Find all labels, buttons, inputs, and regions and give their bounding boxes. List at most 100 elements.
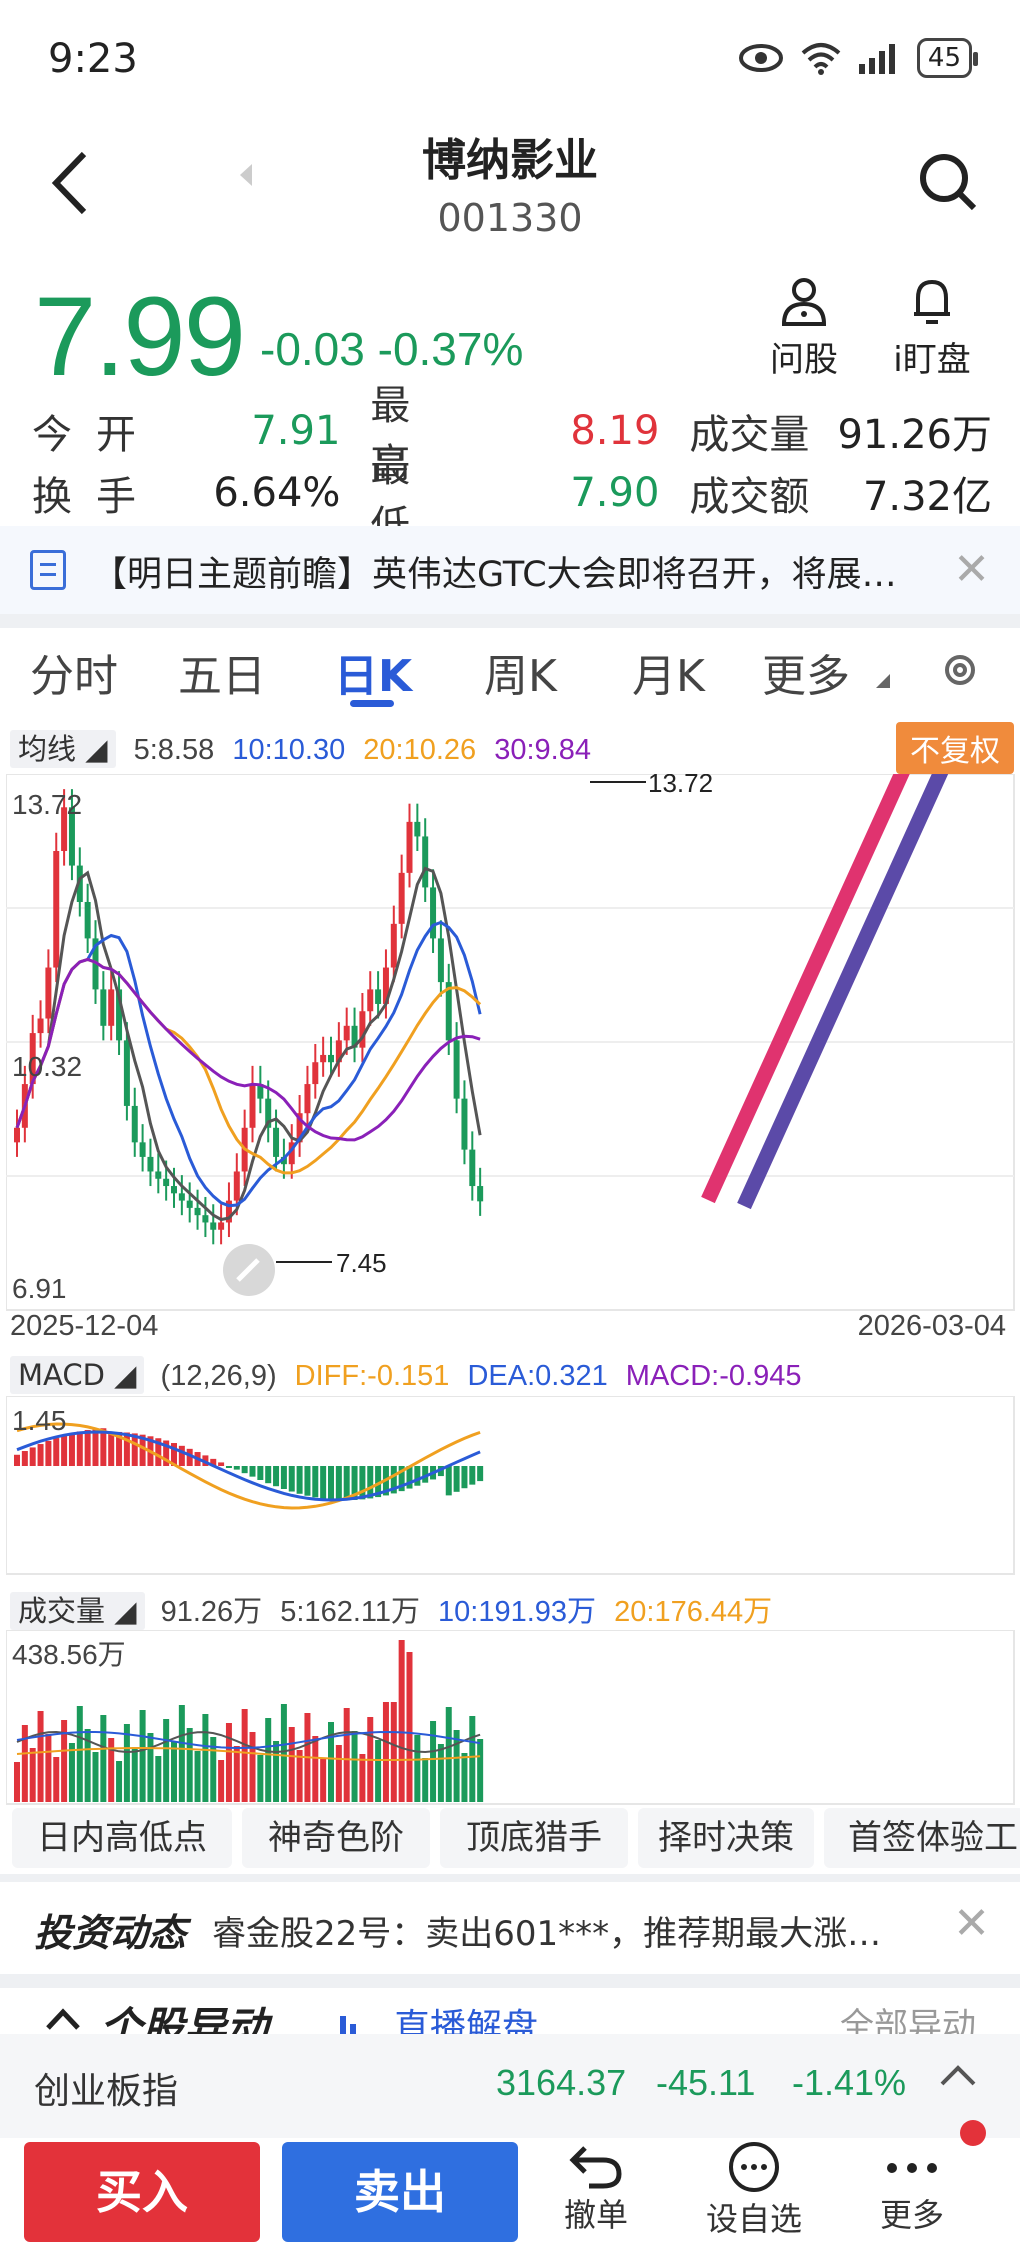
volume-bar bbox=[131, 1747, 138, 1802]
volume-bar bbox=[194, 1751, 201, 1802]
candle bbox=[390, 923, 397, 968]
news-text[interactable]: 【明日主题前瞻】英伟达GTC大会即将召开，将展… bbox=[92, 546, 912, 597]
candle bbox=[45, 967, 52, 1019]
macd-bar bbox=[257, 1466, 264, 1480]
kline-chart[interactable]: 13.72 7.45 13.72 10.32 6.91 bbox=[6, 774, 1016, 1314]
chevron-up-icon[interactable] bbox=[940, 2054, 976, 2094]
candle bbox=[123, 1040, 130, 1106]
ma20-line bbox=[15, 957, 482, 1175]
index-value: 3164.37 bbox=[496, 2062, 627, 2103]
candle bbox=[218, 1222, 225, 1230]
macd-legend: MACD ◢ (12,26,9) DIFF:-0.151 DEA:0.321 M… bbox=[10, 1356, 802, 1394]
buy-button[interactable]: 买入 bbox=[24, 2142, 260, 2242]
volume-bar bbox=[312, 1736, 319, 1802]
macd-bar bbox=[280, 1466, 287, 1489]
candle bbox=[100, 989, 107, 1026]
date-end: 2026-03-04 bbox=[857, 1310, 1006, 1342]
stats-row: 今开 7.91 最高 8.19 成交量 91.26万 bbox=[32, 383, 992, 487]
ma-selector[interactable]: 均线 ◢ bbox=[10, 730, 116, 768]
volume-bar bbox=[359, 1754, 366, 1802]
tab-timeshare[interactable]: 分时 bbox=[30, 640, 118, 704]
tool-timing-decision[interactable]: 择时决策 bbox=[638, 1808, 814, 1868]
all-movements-link[interactable]: 全部异动 bbox=[840, 1998, 976, 2034]
tool-top-bottom-hunter[interactable]: 顶底猎手 bbox=[440, 1808, 628, 1868]
macd-bar bbox=[461, 1466, 468, 1489]
tab-daily-k[interactable]: 日K bbox=[334, 640, 412, 704]
close-icon[interactable]: ✕ bbox=[953, 544, 990, 595]
tab-five-day[interactable]: 五日 bbox=[178, 640, 266, 704]
volume-bar bbox=[390, 1702, 397, 1802]
adjust-tag[interactable]: 不复权 bbox=[896, 722, 1014, 774]
candle bbox=[414, 821, 421, 837]
turnover-label: 换手 bbox=[32, 474, 160, 520]
close-icon[interactable]: ✕ bbox=[953, 1898, 990, 1949]
volume-selector[interactable]: 成交量 ◢ bbox=[10, 1592, 145, 1630]
macd-bar bbox=[61, 1435, 68, 1466]
index-ticker[interactable]: 创业板指 3164.37 -45.11 -1.41% bbox=[0, 2034, 1020, 2138]
candle bbox=[430, 887, 437, 939]
ma-label: 均线 bbox=[18, 732, 77, 766]
candle bbox=[37, 1018, 44, 1034]
watch-button[interactable]: i盯盘 bbox=[872, 276, 992, 381]
cancel-label: 撤单 bbox=[563, 2196, 628, 2234]
ask-stock-button[interactable]: 问股 bbox=[744, 276, 864, 381]
tool-magic-color[interactable]: 神奇色阶 bbox=[242, 1808, 430, 1868]
volume-bar bbox=[155, 1756, 162, 1802]
news-banner[interactable]: 【明日主题前瞻】英伟达GTC大会即将召开，将展… ✕ bbox=[0, 526, 1020, 614]
macd-bar bbox=[288, 1466, 295, 1492]
volume-bar bbox=[45, 1734, 52, 1802]
tool-first-sign-trial[interactable]: 首签体验工 bbox=[824, 1808, 1020, 1868]
search-icon[interactable] bbox=[916, 150, 980, 214]
amount-value: 7.32亿 bbox=[862, 474, 992, 520]
volume-bar bbox=[171, 1742, 177, 1802]
volume-bar bbox=[249, 1732, 256, 1802]
macd-bar bbox=[273, 1466, 280, 1487]
ask-label: 问股 bbox=[770, 340, 838, 380]
volume-bar bbox=[469, 1716, 476, 1802]
more-button[interactable]: 更多 bbox=[852, 2138, 972, 2236]
volume-bar bbox=[21, 1725, 28, 1802]
macd-bar bbox=[445, 1466, 452, 1496]
gear-icon[interactable] bbox=[940, 648, 980, 692]
index-pct: -1.41% bbox=[792, 2062, 907, 2103]
volume-chart[interactable]: 438.56万 bbox=[6, 1630, 1016, 1806]
candle bbox=[359, 1011, 366, 1048]
macd-bar bbox=[312, 1466, 319, 1498]
candle bbox=[398, 872, 405, 924]
chevron-up-icon[interactable] bbox=[46, 2008, 80, 2030]
candle bbox=[147, 1156, 154, 1172]
macd-selector[interactable]: MACD ◢ bbox=[10, 1356, 145, 1394]
battery-icon: 45 bbox=[916, 38, 979, 78]
sell-button[interactable]: 卖出 bbox=[282, 2142, 518, 2242]
index-name: 创业板指 bbox=[34, 2071, 179, 2112]
cancel-order-button[interactable]: 撤单 bbox=[536, 2138, 656, 2236]
macd-bar bbox=[218, 1462, 225, 1466]
macd-bar bbox=[320, 1466, 327, 1499]
volume-bar bbox=[398, 1640, 405, 1802]
macd-chart[interactable]: 1.45 bbox=[6, 1396, 1016, 1576]
candle bbox=[343, 1025, 350, 1041]
volume-bar bbox=[163, 1719, 170, 1802]
investment-dynamics[interactable]: 投资动态 睿金股22号：卖出601***，推荐期最大涨… ✕ bbox=[0, 1884, 1020, 1974]
candle bbox=[178, 1193, 185, 1201]
tool-intraday-high-low[interactable]: 日内高低点 bbox=[12, 1808, 232, 1868]
volume-bar bbox=[430, 1721, 437, 1802]
annotation-arrow-pink bbox=[701, 774, 910, 1204]
volume-bar bbox=[461, 1753, 468, 1802]
volume-bar bbox=[288, 1727, 295, 1802]
tab-monthly-k[interactable]: 月K bbox=[632, 640, 705, 704]
dynamics-text[interactable]: 睿金股22号：卖出601***，推荐期最大涨… bbox=[212, 1906, 892, 1955]
candle bbox=[320, 1054, 327, 1063]
live-commentary-link[interactable]: 直播解盘 bbox=[394, 1998, 538, 2034]
add-favorite-button[interactable]: 设自选 bbox=[694, 2138, 814, 2240]
macd-value: MACD:-0.945 bbox=[625, 1360, 802, 1392]
candle bbox=[53, 851, 60, 968]
volume-bar bbox=[241, 1709, 248, 1802]
volume-legend: 成交量 ◢ 91.26万 5:162.11万 10:191.93万 20:176… bbox=[10, 1588, 772, 1630]
macd-y-label: 1.45 bbox=[12, 1405, 67, 1436]
tab-weekly-k[interactable]: 周K bbox=[484, 640, 557, 704]
tab-more[interactable]: 更多 bbox=[762, 640, 850, 704]
divider bbox=[0, 1874, 1020, 1882]
volume-bar bbox=[375, 1740, 382, 1802]
macd-bar bbox=[249, 1466, 256, 1477]
